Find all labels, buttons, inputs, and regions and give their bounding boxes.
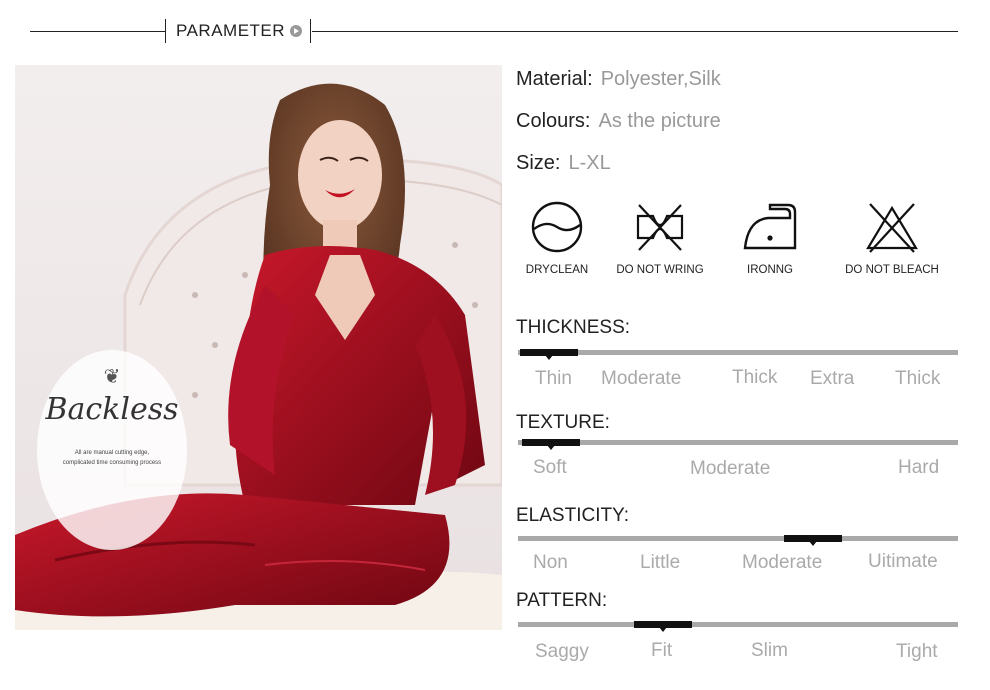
texture-option: Hard [898,457,940,478]
texture-option: Moderate [690,458,771,479]
thickness-option: Thick [732,367,778,388]
pattern-title: PATTERN: [516,590,608,611]
badge-caption: All are manual cutting edge, complicated… [51,448,173,468]
badge-caption-line: complicated time consuming process [62,460,162,466]
pattern-scale-bar [518,621,958,632]
material-label: Material: [516,68,593,90]
thickness-option: Thin [535,368,572,389]
thickness-option: Moderate [601,368,682,389]
do-not-wring-icon [636,204,684,251]
ironing-icon [743,203,797,250]
texture-selected-marker [522,439,580,450]
elasticity-title: ELASTICITY: [516,505,629,526]
pattern-option: Slim [751,640,788,661]
colours-row: Colours: As the picture [516,110,721,133]
care-item-ironing: IRONNG [735,200,805,276]
section-title: PARAMETER [176,21,286,40]
care-item-do-not-wring: DO NOT WRING [610,200,710,276]
pattern-option: Fit [651,640,673,661]
badge-title: Backless [45,392,179,427]
care-item-dryclean: DRYCLEAN [520,200,594,276]
backless-badge: ❦ Backless All are manual cutting edge, … [37,350,187,550]
thickness-title: THICKNESS: [516,317,631,338]
size-row: Size: L-XL [516,152,611,175]
header-rule-left [30,31,165,32]
dryclean-icon [531,201,583,253]
elasticity-option: Non [533,552,568,573]
product-illustration [15,65,502,630]
pattern-option: Tight [896,641,938,662]
colours-value: As the picture [598,110,721,132]
size-value: L-XL [568,152,611,174]
care-label: DRYCLEAN [525,264,589,276]
pattern-option: Saggy [535,641,589,662]
material-value: Polyester,Silk [600,68,721,90]
elasticity-option: Little [640,552,681,573]
material-row: Material: Polyester,Silk [516,68,721,91]
product-photo: ❦ Backless All are manual cutting edge, … [15,65,502,630]
care-label: DO NOT BLEACH [845,264,939,276]
thickness-option: Extra [810,368,855,389]
elasticity-scale-bar [518,535,958,546]
size-label: Size: [516,152,561,174]
play-arrow-icon [290,25,302,37]
elasticity-option: Uitimate [868,551,938,572]
care-label: DO NOT WRING [616,264,704,276]
care-label: IRONNG [747,264,793,276]
elasticity-selected-marker [784,535,842,546]
texture-option: Soft [533,457,567,478]
badge-caption-line: All are manual cutting edge, [74,450,150,456]
colours-label: Colours: [516,110,591,132]
header-divider-right [310,19,311,43]
texture-scale-bar [518,439,958,450]
header-rule-right [312,31,958,32]
header-divider-left [165,19,166,43]
texture-title: TEXTURE: [516,412,610,433]
thickness-scale-bar [518,349,958,360]
care-item-do-not-bleach: DO NOT BLEACH [838,200,946,276]
elasticity-option: Moderate [742,552,823,573]
thickness-selected-marker [520,349,578,360]
pattern-selected-marker [634,621,692,632]
do-not-bleach-icon [866,203,918,253]
ornament-icon: ❦ [103,364,121,388]
thickness-option: Thick [895,368,941,389]
